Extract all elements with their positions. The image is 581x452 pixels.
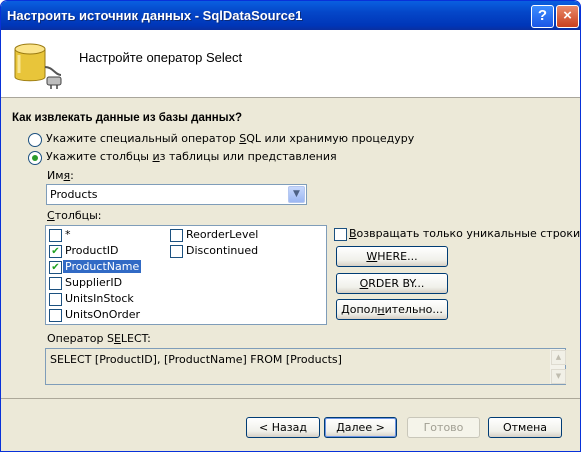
close-button[interactable]: × — [556, 5, 579, 28]
order-by-accel: O — [359, 277, 369, 290]
where-accel: W — [366, 250, 378, 263]
checkmark-icon: ✔ — [51, 262, 60, 273]
sql-scrollbar[interactable]: ▲ ▼ — [550, 349, 566, 384]
column-supplierid-label[interactable]: SupplierID — [63, 276, 124, 289]
column-unitsinstock-label[interactable]: UnitsInStock — [63, 292, 136, 305]
sql-label: Оператор SELECT: — [47, 332, 151, 345]
advanced-accel: н — [377, 303, 385, 316]
table-name-value: Products — [50, 188, 98, 201]
column-reorderlevel-label[interactable]: ReorderLevel — [184, 228, 260, 241]
advanced-button[interactable]: Дополнительно... — [336, 299, 448, 320]
column-productname-label[interactable]: ProductName — [63, 260, 142, 273]
unique-rows-accel: В — [349, 227, 357, 240]
database-plug-icon — [14, 43, 62, 89]
custom-sql-label[interactable]: Укажите специальный оператор SQL или хра… — [46, 132, 414, 145]
columns-label-accel: С — [47, 209, 55, 222]
column-productid-label[interactable]: ProductID — [63, 244, 120, 257]
finish-button[interactable]: Готово — [407, 417, 480, 438]
order-by-button[interactable]: ORDER BY... — [336, 273, 448, 294]
scroll-down-icon[interactable]: ▼ — [551, 369, 566, 384]
table-name-combobox[interactable]: Products ▼ — [46, 184, 307, 205]
where-label: HERE... — [377, 250, 418, 263]
sql-label-part1: Оператор S — [47, 332, 114, 345]
table-columns-radio[interactable] — [28, 151, 42, 165]
advanced-label-part1: Допол — [341, 303, 378, 316]
checkmark-icon: ✔ — [51, 246, 60, 257]
select-statement-text: SELECT [ProductID], [ProductName] FROM [… — [50, 353, 342, 366]
custom-sql-label-part2: QL или хранимую процедуру — [246, 132, 415, 145]
checkbox-productid[interactable]: ✔ — [49, 245, 62, 258]
order-by-label: RDER BY... — [368, 277, 425, 290]
where-button[interactable]: WHERE... — [336, 246, 448, 267]
column-discontinued-label[interactable]: Discontinued — [184, 244, 260, 257]
title-bar[interactable]: Настроить источник данных - SqlDataSourc… — [1, 1, 580, 30]
columns-label-part2: толбцы: — [54, 209, 102, 222]
checkbox-discontinued[interactable] — [170, 245, 183, 258]
chevron-down-icon[interactable]: ▼ — [288, 186, 305, 203]
page-title: Настройте оператор Select — [79, 50, 243, 65]
table-columns-label[interactable]: Укажите столбцы из таблицы или представл… — [46, 150, 337, 163]
checkbox-unitsinstock[interactable] — [49, 293, 62, 306]
section-heading: Как извлекать данные из базы данных? — [12, 112, 242, 124]
back-button[interactable]: < Назад — [246, 417, 320, 438]
unique-rows-checkbox[interactable] — [334, 228, 347, 241]
dialog-window: Настроить источник данных - SqlDataSourc… — [0, 0, 581, 452]
next-button[interactable]: Далее > — [324, 417, 397, 438]
cancel-button[interactable]: Отмена — [488, 417, 562, 438]
name-label: Имя: — [47, 169, 74, 182]
table-label-accel: и — [152, 150, 160, 163]
columns-label: Столбцы: — [47, 209, 102, 222]
unique-rows-label[interactable]: Возвращать только уникальные строки — [349, 227, 580, 240]
main-content: Как извлекать данные из базы данных? Ука… — [1, 98, 580, 398]
checkbox-unitsonorder[interactable] — [49, 309, 62, 322]
scroll-up-icon[interactable]: ▲ — [551, 350, 566, 365]
columns-listbox[interactable]: * ✔ ProductID ✔ ProductName SupplierID U… — [45, 225, 327, 325]
checkbox-supplierid[interactable] — [49, 277, 62, 290]
window-title: Настроить источник данных - SqlDataSourc… — [7, 8, 303, 23]
custom-sql-label-part1: Укажите специальный оператор — [46, 132, 240, 145]
help-button[interactable]: ? — [531, 5, 554, 28]
unique-rows-label-part2: озвращать только уникальные строки — [356, 227, 581, 240]
select-statement-box[interactable]: SELECT [ProductID], [ProductName] FROM [… — [45, 348, 566, 385]
wizard-header: Настройте оператор Select — [1, 30, 580, 98]
name-label-part1: Им — [47, 169, 64, 182]
advanced-label-part2: ительно... — [384, 303, 443, 316]
table-label-part2: з таблицы или представления — [159, 150, 337, 163]
sql-label-part2: LECT: — [120, 332, 151, 345]
sql-label-accel: E — [113, 332, 121, 345]
checkbox-productname[interactable]: ✔ — [49, 261, 62, 274]
custom-sql-radio[interactable] — [28, 133, 42, 147]
checkbox-reorderlevel[interactable] — [170, 229, 183, 242]
footer-divider — [1, 398, 580, 399]
name-label-part2: : — [70, 169, 74, 182]
column-star-label[interactable]: * — [63, 228, 73, 241]
checkbox-star[interactable] — [49, 229, 62, 242]
table-label-part1: Укажите столбцы — [46, 150, 153, 163]
column-unitsonorder-label[interactable]: UnitsOnOrder — [63, 308, 142, 321]
